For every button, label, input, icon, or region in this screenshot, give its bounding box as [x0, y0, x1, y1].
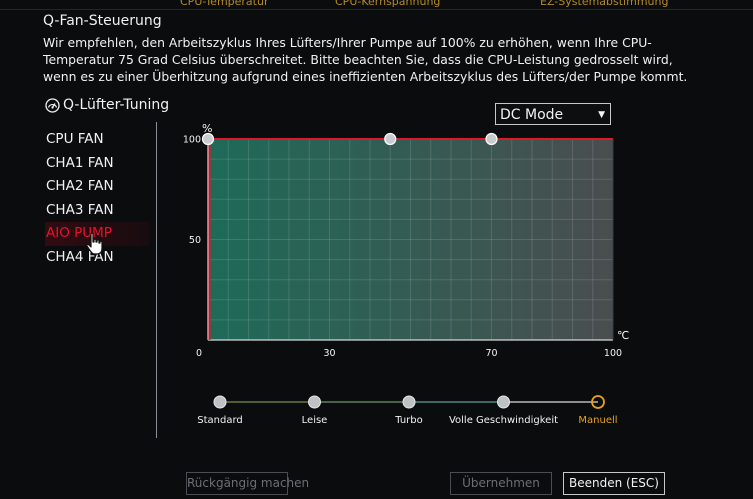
- preset-dot-leise[interactable]: [308, 395, 321, 409]
- x-tick-label: 100: [604, 348, 622, 359]
- ghost-tab-cpu-temp[interactable]: CPU-Temperatur: [180, 0, 268, 8]
- fan-item-cpu-fan[interactable]: CPU FAN: [45, 128, 149, 152]
- fan-gauge-icon: [45, 97, 60, 113]
- hand-cursor-icon: [86, 232, 103, 255]
- chart-grid: [208, 139, 613, 340]
- x-tick-label: 70: [485, 348, 497, 359]
- preset-label-leise[interactable]: Leise: [302, 415, 328, 426]
- curve-point-handle[interactable]: [201, 132, 215, 146]
- x-tick-label: 30: [323, 348, 335, 359]
- x-axis-unit: ℃: [617, 329, 629, 342]
- preset-dot-volle-geschwindigkeit[interactable]: [497, 395, 510, 409]
- y-axis-unit: %: [202, 122, 212, 135]
- preset-dot-standard[interactable]: [213, 395, 227, 409]
- preset-dot-turbo[interactable]: [402, 395, 416, 409]
- undo-button[interactable]: Rückgängig machen: [186, 472, 309, 495]
- fan-curve-chart[interactable]: 0 30 70 100 100 50 % ℃: [180, 118, 640, 368]
- fan-item-cha1-fan[interactable]: CHA1 FAN: [45, 152, 149, 176]
- dialog-description: Wir empfehlen, den Arbeitszyklus Ihres L…: [43, 35, 688, 84]
- ghost-tab-cpu-voltage[interactable]: CPU-Kernspannung: [335, 0, 440, 8]
- preset-label-turbo[interactable]: Turbo: [395, 415, 423, 426]
- fan-item-cha2-fan[interactable]: CHA2 FAN: [45, 175, 149, 199]
- apply-button[interactable]: Übernehmen: [450, 472, 552, 495]
- top-divider: [0, 9, 753, 10]
- preset-label-standard[interactable]: Standard: [197, 415, 243, 426]
- panel-divider: [156, 122, 157, 438]
- y-tick-label: 100: [183, 135, 201, 146]
- y-tick-label: 50: [189, 235, 201, 246]
- ghost-tab-ez-tuning[interactable]: EZ-Systemabstimmung: [540, 0, 668, 8]
- curve-point-handle[interactable]: [485, 132, 498, 146]
- q-fan-tuning-label: Q-Lüfter-Tuning: [63, 97, 170, 113]
- preset-label-manuell[interactable]: Manuell: [578, 415, 617, 426]
- fan-item-cha3-fan[interactable]: CHA3 FAN: [45, 199, 149, 223]
- x-tick-label: 0: [196, 348, 202, 359]
- top-tab-strip: CPU-Temperatur CPU-Kernspannung EZ-Syste…: [0, 0, 753, 10]
- curve-point-handle[interactable]: [384, 132, 397, 146]
- exit-button[interactable]: Beenden (ESC): [563, 472, 665, 495]
- preset-label-volle-geschwindigkeit[interactable]: Volle Geschwindigkeit: [449, 415, 558, 426]
- q-fan-tuning-heading[interactable]: Q-Lüfter-Tuning: [45, 97, 169, 113]
- dialog-title: Q-Fan-Steuerung: [43, 13, 162, 29]
